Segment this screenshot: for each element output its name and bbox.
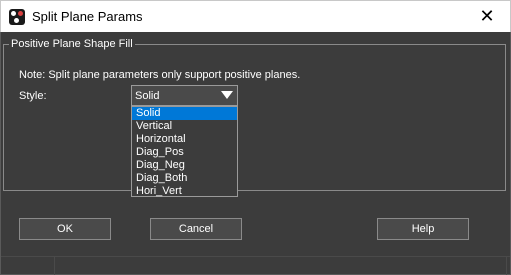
style-select-value: Solid (135, 90, 160, 102)
style-label: Style: (19, 90, 47, 102)
dropdown-option-solid[interactable]: Solid (132, 107, 237, 120)
close-button[interactable]: ✕ (464, 1, 510, 32)
status-divider (54, 257, 55, 275)
status-divider (506, 257, 507, 275)
dropdown-option-horizontal[interactable]: Horizontal (132, 133, 237, 146)
app-icon (9, 9, 25, 25)
style-select[interactable]: Solid (131, 85, 238, 106)
status-bar (1, 256, 510, 275)
dropdown-option-diag-pos[interactable]: Diag_Pos (132, 146, 237, 159)
chevron-down-icon[interactable] (221, 91, 233, 99)
title-bar: Split Plane Params ✕ (0, 0, 511, 32)
window-title: Split Plane Params (32, 9, 143, 24)
dropdown-option-diag-both[interactable]: Diag_Both (132, 172, 237, 185)
dropdown-option-diag-neg[interactable]: Diag_Neg (132, 159, 237, 172)
fill-group-box (3, 44, 506, 191)
ok-button[interactable]: OK (19, 218, 111, 240)
style-dropdown-list: Solid Vertical Horizontal Diag_Pos Diag_… (131, 106, 238, 197)
cancel-button[interactable]: Cancel (150, 218, 242, 240)
dropdown-option-vertical[interactable]: Vertical (132, 120, 237, 133)
group-legend: Positive Plane Shape Fill (9, 38, 135, 50)
help-button[interactable]: Help (377, 218, 469, 240)
note-text: Note: Split plane parameters only suppor… (19, 69, 301, 81)
dropdown-option-hori-vert[interactable]: Hori_Vert (132, 185, 237, 198)
